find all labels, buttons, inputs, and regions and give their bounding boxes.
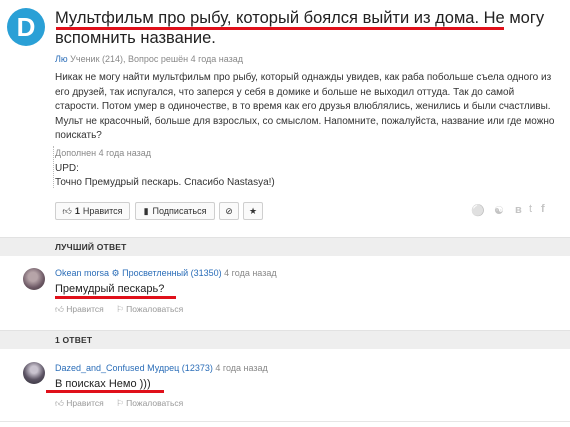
best-answer-text: Премудрый пескарь? — [55, 283, 165, 295]
favorite-button[interactable]: ★ — [243, 202, 263, 220]
added-line-2: Точно Премудрый пескарь. Спасибо Nastasy… — [55, 177, 275, 188]
best-answer-avatar[interactable] — [23, 268, 45, 290]
answer-actions: 👍︎ Нравится ⚐ Пожаловаться — [55, 398, 183, 409]
answer-rank[interactable]: Мудрец (12373) — [147, 363, 213, 373]
like-count: 1 — [74, 206, 80, 216]
answer-report-button[interactable]: ⚐ Пожаловаться — [116, 398, 183, 408]
thumbs-up-icon: 👍︎ — [55, 304, 64, 314]
flag-icon: ⚐ — [116, 398, 124, 408]
answer-meta: Dazed_and_Confused Мудрец (12373) 4 года… — [55, 363, 268, 373]
answer-avatar[interactable] — [23, 362, 45, 384]
best-answer-underline — [55, 296, 176, 299]
added-meta: Дополнен 4 года назад — [55, 148, 151, 158]
answer-like-button[interactable]: 👍︎ Нравится — [55, 398, 104, 408]
subscribe-label: Подписаться — [152, 206, 207, 216]
added-line-1: UPD: — [55, 163, 79, 174]
facebook-share-icon[interactable]: f — [541, 203, 545, 215]
thumbs-up-icon: 👍︎ — [62, 205, 72, 216]
answer-time: 4 года назад — [215, 363, 268, 373]
subscribe-button[interactable]: ▮ Подписаться — [135, 202, 215, 220]
title-underline-1 — [56, 27, 504, 30]
author-name[interactable]: Лю — [55, 54, 68, 64]
answer-text: В поисках Немо ))) — [55, 378, 151, 390]
like-button[interactable]: 👍︎ 1 Нравится — [55, 202, 130, 220]
question-meta: Лю Ученик (214), Вопрос решён 4 года наз… — [55, 54, 243, 64]
best-answer-header: ЛУЧШИЙ ОТВЕТ — [0, 237, 570, 256]
best-answer-time: 4 года назад — [224, 268, 277, 278]
best-report-button[interactable]: ⚐ Пожаловаться — [116, 304, 183, 314]
author-avatar[interactable]: D — [7, 8, 45, 46]
answer-underline — [46, 390, 164, 393]
best-answer-meta: Okean morsa ⚙ Просветленный (31350) 4 го… — [55, 268, 277, 279]
twitter-share-icon[interactable]: t — [529, 203, 532, 215]
answer-user[interactable]: Dazed_and_Confused — [55, 363, 145, 373]
question-body: Никак не могу найти мультфильм про рыбу,… — [55, 72, 555, 141]
star-icon: ★ — [248, 205, 258, 216]
answers-header: 1 ОТВЕТ — [0, 330, 570, 349]
block-button[interactable]: ⊘ — [219, 202, 239, 220]
bottom-divider — [0, 421, 570, 422]
vk-share-icon[interactable]: в — [515, 204, 522, 216]
block-icon: ⊘ — [225, 205, 233, 216]
rank-badge-icon: ⚙ — [111, 268, 120, 278]
author-meta: Ученик (214), Вопрос решён 4 года назад — [70, 54, 244, 64]
ok-share-icon[interactable]: ⚪ — [471, 204, 485, 217]
like-label: Нравится — [82, 206, 123, 216]
thumbs-up-icon: 👍︎ — [55, 398, 64, 408]
odnoklassniki-share-icon[interactable]: ☯ — [494, 204, 504, 217]
bookmark-icon: ▮ — [143, 205, 149, 216]
best-answer-user[interactable]: Okean morsa — [55, 268, 109, 278]
best-like-button[interactable]: 👍︎ Нравится — [55, 304, 104, 314]
best-answer-rank[interactable]: Просветленный (31350) — [122, 268, 222, 278]
best-answer-actions: 👍︎ Нравится ⚐ Пожаловаться — [55, 304, 183, 315]
question-addition: Дополнен 4 года назад UPD: Точно Премудр… — [55, 146, 275, 190]
flag-icon: ⚐ — [116, 304, 124, 314]
